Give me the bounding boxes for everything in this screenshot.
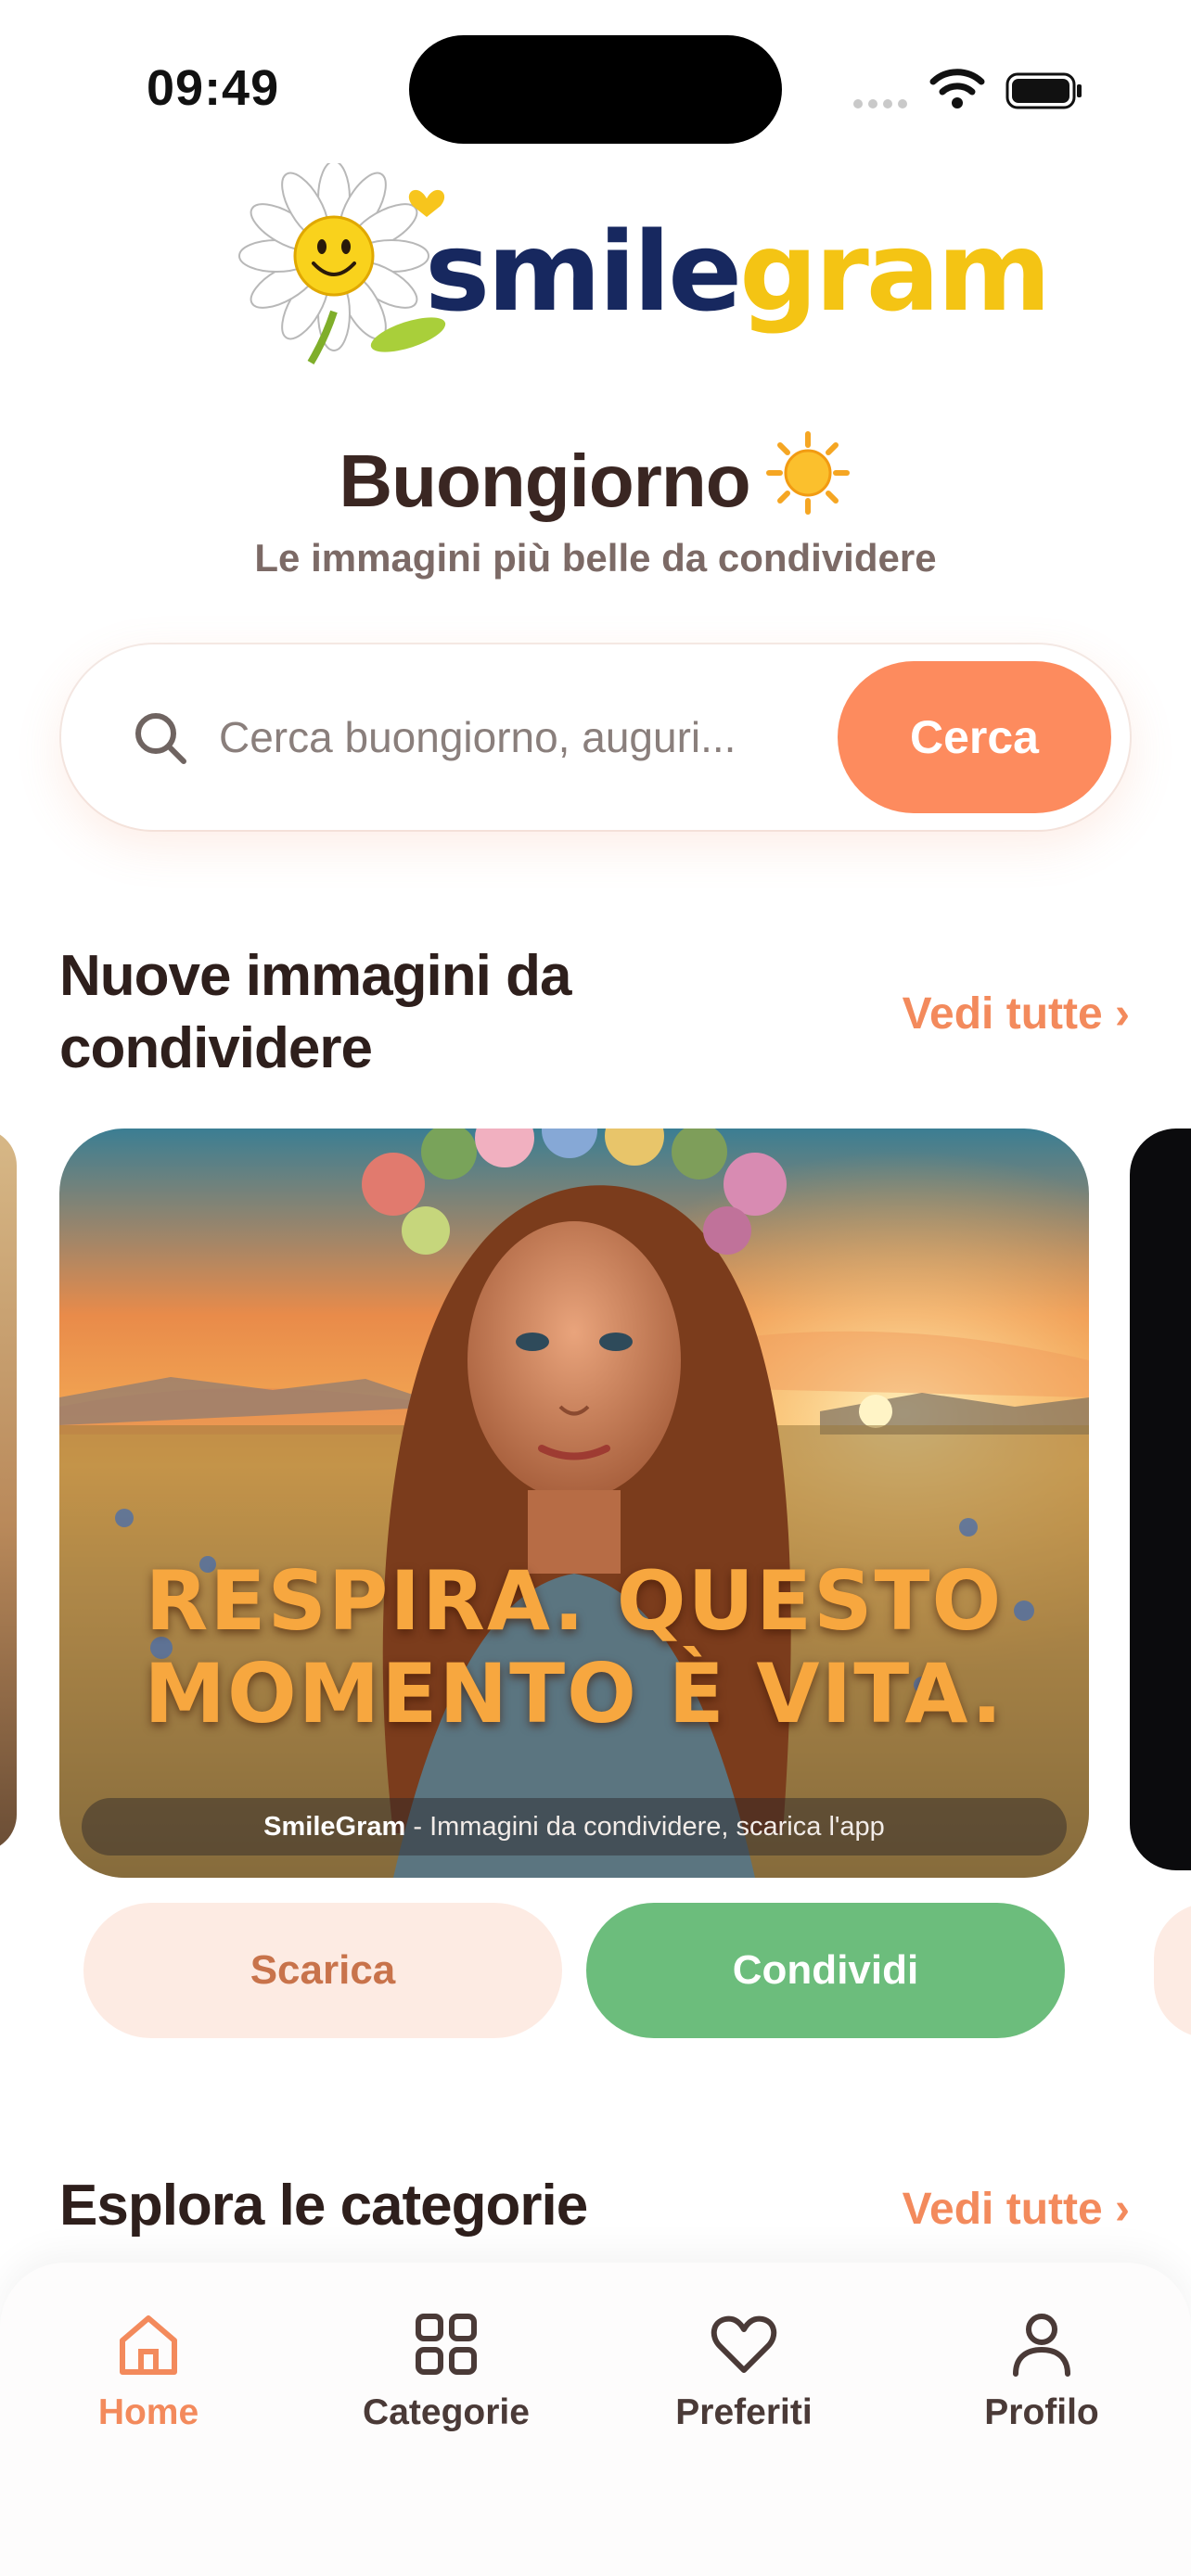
user-icon bbox=[1013, 2314, 1070, 2377]
tab-categories[interactable]: Categorie bbox=[335, 2307, 557, 2433]
section-title-categories: Esplora le categorie bbox=[59, 2174, 588, 2238]
tab-home[interactable]: Home bbox=[37, 2307, 260, 2433]
image-card[interactable]: RESPIRA. QUESTO MOMENTO È VITA. SmileGra… bbox=[59, 1129, 1089, 1878]
tab-bar: Home Categorie Preferiti Profilo bbox=[0, 2263, 1191, 2576]
dynamic-island bbox=[409, 35, 782, 144]
download-button[interactable]: Scarica bbox=[83, 1903, 562, 2038]
home-icon bbox=[120, 2315, 177, 2375]
see-all-categories-link[interactable]: Vedi tutte › bbox=[903, 2184, 1130, 2235]
tab-profile-label: Profilo bbox=[984, 2392, 1099, 2432]
card-artwork bbox=[59, 1129, 1089, 1878]
tab-favorites-label: Preferiti bbox=[675, 2392, 813, 2432]
tab-profile[interactable]: Profilo bbox=[930, 2307, 1153, 2433]
search-icon bbox=[135, 713, 186, 764]
sun-icon bbox=[765, 431, 850, 515]
tab-favorites[interactable]: Preferiti bbox=[633, 2307, 855, 2433]
search-input[interactable] bbox=[219, 700, 785, 774]
logo-wordmark: smilegram bbox=[425, 208, 1051, 336]
share-button[interactable]: Condividi bbox=[586, 1903, 1065, 2038]
tab-home-label: Home bbox=[97, 2392, 199, 2432]
grid-icon bbox=[416, 2314, 477, 2375]
next-card-download-button[interactable] bbox=[1154, 1903, 1191, 2038]
see-all-new-images-link[interactable]: Vedi tutte › bbox=[903, 988, 1130, 1039]
section-title-new-images: Nuove immagini da condividere bbox=[59, 944, 571, 1080]
page-title: Buongiorno bbox=[0, 428, 1191, 524]
carousel-next-card[interactable] bbox=[1130, 1129, 1191, 1870]
battery-icon bbox=[1005, 72, 1082, 109]
wifi-icon bbox=[929, 69, 985, 108]
status-time: 09:49 bbox=[147, 60, 280, 116]
page-subtitle: Le immagini più belle da condividere bbox=[254, 536, 937, 580]
cellular-signal-icon bbox=[853, 96, 913, 113]
carousel-previous-card[interactable] bbox=[0, 1129, 17, 1852]
heart-icon bbox=[711, 2315, 777, 2373]
search-bar: Cerca bbox=[61, 644, 1130, 830]
search-button[interactable]: Cerca bbox=[838, 661, 1111, 813]
card-watermark: SmileGram - Immagini da condividere, sca… bbox=[82, 1798, 1067, 1855]
card-quote-text: RESPIRA. QUESTO MOMENTO È VITA. bbox=[144, 1553, 1005, 1741]
tab-categories-label: Categorie bbox=[363, 2392, 530, 2432]
